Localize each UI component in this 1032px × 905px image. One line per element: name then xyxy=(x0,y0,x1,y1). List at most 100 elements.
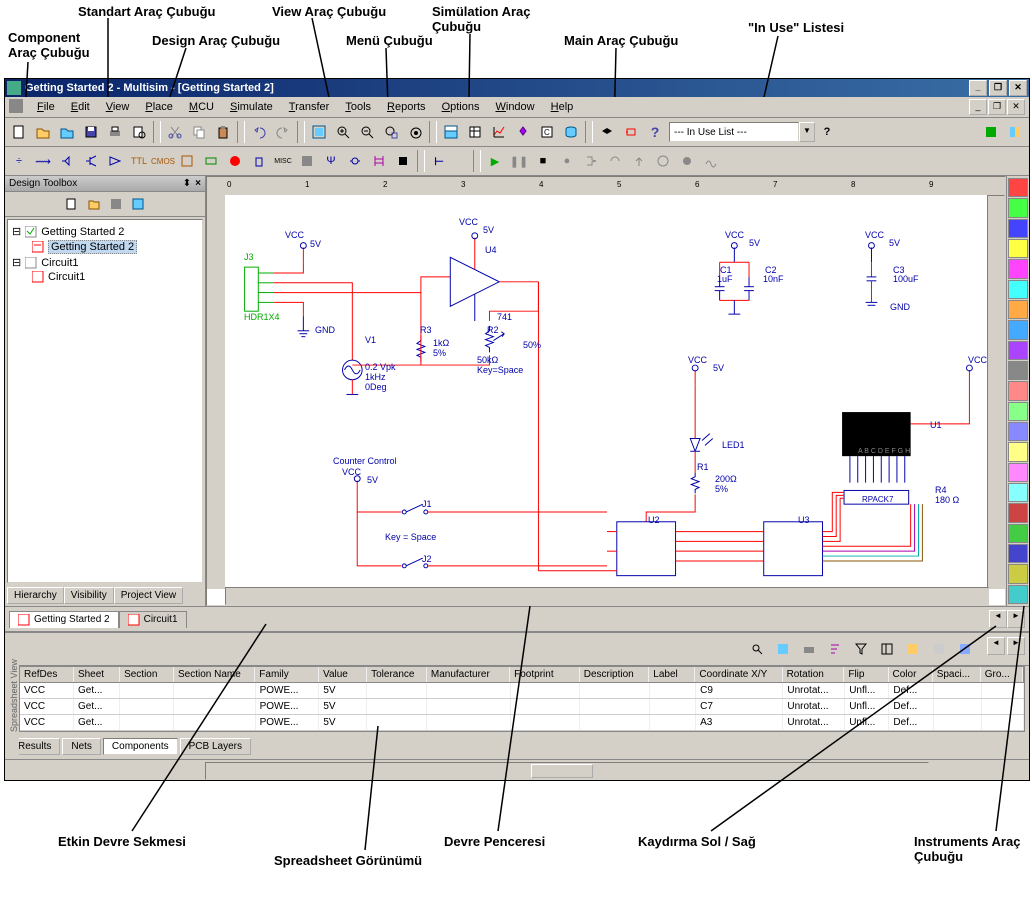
col-header[interactable]: Description xyxy=(580,667,650,682)
zoom-out-button[interactable] xyxy=(355,120,379,144)
mcu-button[interactable] xyxy=(391,149,415,173)
dt-save-button[interactable] xyxy=(106,194,126,214)
ss-export-button[interactable] xyxy=(771,637,795,661)
new-button[interactable] xyxy=(7,120,31,144)
zoom-in-button[interactable] xyxy=(331,120,355,144)
tab-visibility[interactable]: Visibility xyxy=(64,587,114,604)
table-row[interactable]: VCCGet...POWE...5VC7Unrotat...Unfl...Def… xyxy=(20,699,1024,715)
print-preview-button[interactable] xyxy=(127,120,151,144)
col-header[interactable]: Value xyxy=(319,667,367,682)
ss-scroll-left[interactable]: ◄ xyxy=(987,637,1005,655)
grapher-button[interactable] xyxy=(487,120,511,144)
col-header[interactable]: Manufacturer xyxy=(427,667,510,682)
instrument-button-16[interactable] xyxy=(1008,503,1028,522)
dt-close-icon[interactable]: × xyxy=(195,178,201,189)
rf-button[interactable]: Ψ xyxy=(319,149,343,173)
menu-transfer[interactable]: Transfer xyxy=(281,99,338,115)
minimize-button[interactable]: _ xyxy=(969,80,987,96)
advanced-button[interactable] xyxy=(295,149,319,173)
dt-new-button[interactable] xyxy=(62,194,82,214)
in-use-help-button[interactable]: ? xyxy=(815,120,839,144)
undo-button[interactable] xyxy=(247,120,271,144)
menu-place[interactable]: Place xyxy=(137,99,181,115)
in-use-list-combo[interactable]: --- In Use List --- xyxy=(669,122,799,142)
pause-at-button[interactable] xyxy=(651,149,675,173)
ss-button-8[interactable] xyxy=(927,637,951,661)
copy-button[interactable] xyxy=(187,120,211,144)
instrument-button-5[interactable] xyxy=(1008,280,1028,299)
edu-button[interactable] xyxy=(595,120,619,144)
zoom-fit-button[interactable] xyxy=(403,120,427,144)
circuit-canvas[interactable]: 0123456789 xyxy=(206,176,1006,606)
instrument-button-0[interactable] xyxy=(1008,178,1028,197)
tree-child-2[interactable]: Circuit1 xyxy=(12,270,198,284)
ss-find-button[interactable] xyxy=(745,637,769,661)
instrument-button-11[interactable] xyxy=(1008,402,1028,421)
basic-button[interactable]: ⟿ xyxy=(31,149,55,173)
menu-help[interactable]: Help xyxy=(543,99,582,115)
design-toolbox-title[interactable]: Design Toolbox ⬍ × xyxy=(5,176,205,192)
table-row[interactable]: VCCGet...POWE...5VA3Unrotat...Unfl...Def… xyxy=(20,715,1024,731)
diode-button[interactable] xyxy=(55,149,79,173)
ss-tab-pcb-layers[interactable]: PCB Layers xyxy=(180,738,251,755)
save-button[interactable] xyxy=(79,120,103,144)
in-use-dropdown-arrow[interactable]: ▼ xyxy=(799,122,815,142)
ss-filter-button[interactable] xyxy=(849,637,873,661)
instrument-button-9[interactable] xyxy=(1008,361,1028,380)
menu-window[interactable]: Window xyxy=(487,99,542,115)
record-button[interactable]: ● xyxy=(555,149,579,173)
schematic-area[interactable]: J3 HDR1X4 VCC 5V GND V1 0.2 Vpk 1kHz 0De… xyxy=(225,195,989,589)
tree-collapse-icon[interactable]: ⊟ xyxy=(12,225,21,238)
misc-digital-button[interactable] xyxy=(175,149,199,173)
col-header[interactable]: RefDes xyxy=(20,667,74,682)
instrument-button-14[interactable] xyxy=(1008,463,1028,482)
bus-button[interactable]: ⊢ xyxy=(427,149,451,173)
instrument-button-6[interactable] xyxy=(1008,300,1028,319)
ss-scroll-right[interactable]: ► xyxy=(1007,637,1025,655)
menu-file[interactable]: File xyxy=(29,99,63,115)
analog-button[interactable] xyxy=(103,149,127,173)
step-over-button[interactable] xyxy=(603,149,627,173)
table-row[interactable]: VCCGet...POWE...5VC9Unrotat...Unfl...Def… xyxy=(20,683,1024,699)
instrument-button-1[interactable] xyxy=(1008,198,1028,217)
zoom-area-button[interactable] xyxy=(379,120,403,144)
close-button[interactable]: ✕ xyxy=(1009,80,1027,96)
col-header[interactable]: Gro... xyxy=(981,667,1023,682)
tab-hierarchy[interactable]: Hierarchy xyxy=(7,587,64,604)
scrollbar-thumb[interactable] xyxy=(531,764,593,778)
tab-scroll-right-button[interactable]: ► xyxy=(1007,610,1025,628)
scrollbar-vertical[interactable] xyxy=(987,195,1005,589)
mixed-button[interactable] xyxy=(199,149,223,173)
print-button[interactable] xyxy=(103,120,127,144)
menu-tools[interactable]: Tools xyxy=(337,99,379,115)
col-header[interactable]: Family xyxy=(255,667,319,682)
instrument-button-2[interactable] xyxy=(1008,219,1028,238)
cut-button[interactable] xyxy=(163,120,187,144)
postprocess-button[interactable] xyxy=(511,120,535,144)
instrument-button-19[interactable] xyxy=(1008,564,1028,583)
scrollbar-horizontal[interactable] xyxy=(225,587,989,605)
mdi-close-button[interactable]: ✕ xyxy=(1007,99,1025,115)
menu-view[interactable]: View xyxy=(98,99,138,115)
help-button[interactable]: ? xyxy=(643,120,667,144)
spreadsheet-grid[interactable]: RefDesSheetSectionSection NameFamilyValu… xyxy=(19,666,1025,732)
open-sample-button[interactable] xyxy=(55,120,79,144)
ss-sort-button[interactable] xyxy=(823,637,847,661)
instrument-button-3[interactable] xyxy=(1008,239,1028,258)
paste-button[interactable] xyxy=(211,120,235,144)
component-wizard-button[interactable]: C xyxy=(535,120,559,144)
ss-button-7[interactable] xyxy=(901,637,925,661)
instrument-button-12[interactable] xyxy=(1008,422,1028,441)
stop-button[interactable]: ■ xyxy=(531,149,555,173)
ladder-button[interactable] xyxy=(367,149,391,173)
mdi-minimize-button[interactable]: _ xyxy=(969,99,987,115)
menu-options[interactable]: Options xyxy=(434,99,488,115)
toggle-spreadsheet-button[interactable] xyxy=(439,120,463,144)
source-button[interactable]: ÷ xyxy=(7,149,31,173)
instrument-button-8[interactable] xyxy=(1008,341,1028,360)
tab-project-view[interactable]: Project View xyxy=(114,587,183,604)
menu-edit[interactable]: Edit xyxy=(63,99,98,115)
ss-cols-button[interactable] xyxy=(875,637,899,661)
tree-root-1[interactable]: ⊟ Getting Started 2 xyxy=(12,224,198,239)
instrument-button-20[interactable] xyxy=(1008,585,1028,604)
